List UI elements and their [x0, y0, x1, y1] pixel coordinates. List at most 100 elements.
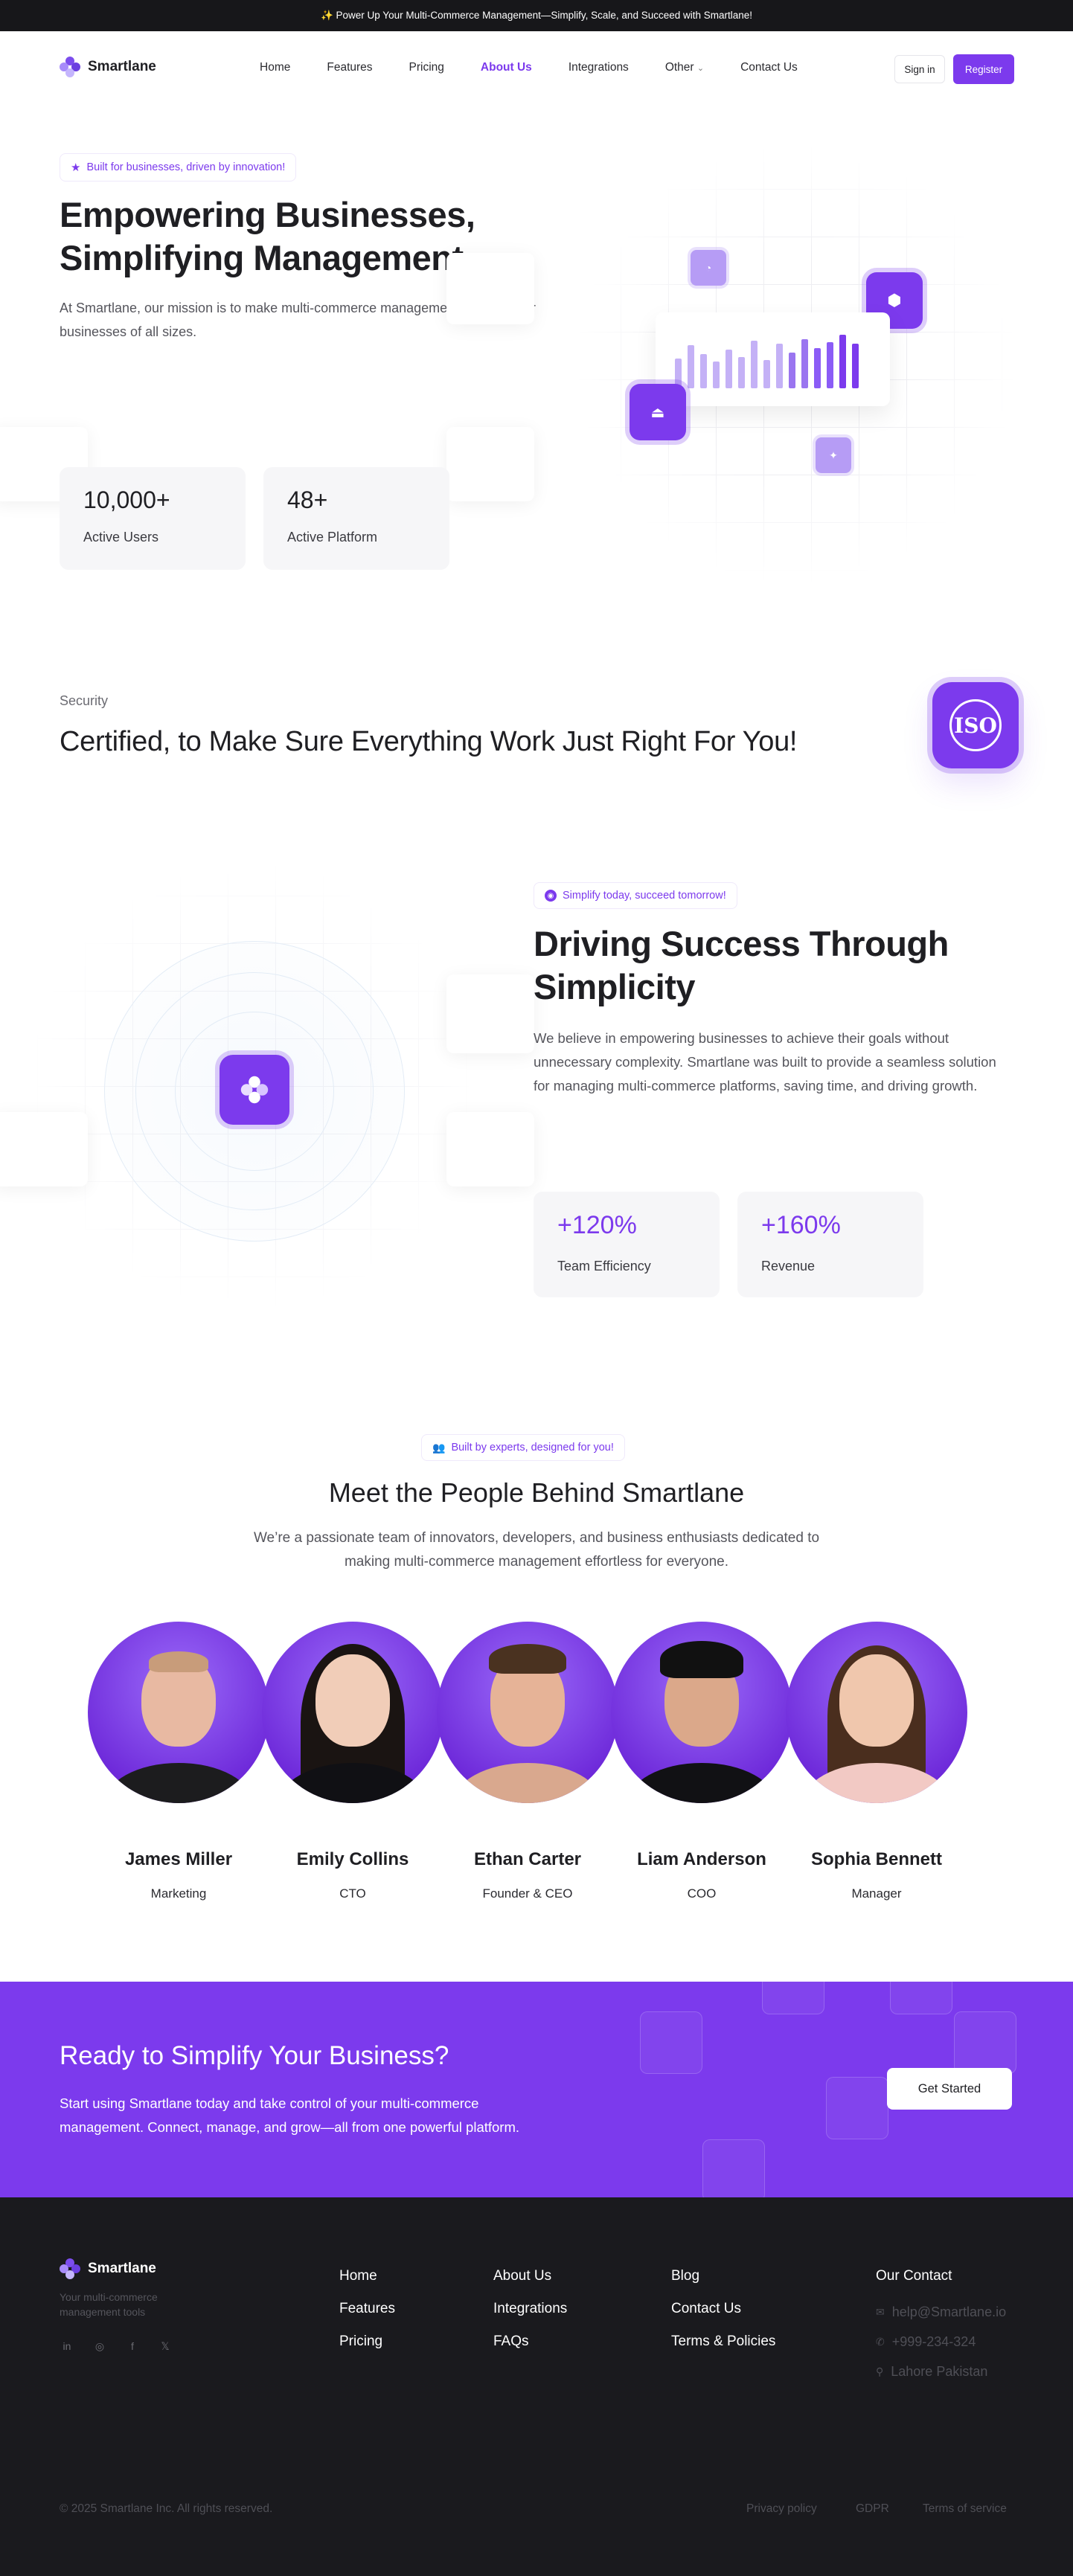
- target-icon: ◉: [545, 890, 557, 902]
- footer-column-1: Home Features Pricing: [339, 2260, 395, 2358]
- hero-title-line1: Empowering Businesses,: [60, 195, 475, 234]
- get-started-button[interactable]: Get Started: [887, 2068, 1012, 2110]
- member-name: Sophia Bennett: [810, 1849, 942, 1869]
- footer-link-about-us[interactable]: About Us: [493, 2260, 567, 2293]
- team-subtitle-line1: We’re a passionate team of innovators, d…: [253, 1530, 820, 1546]
- driving-title-line2: Simplicity: [534, 967, 696, 1006]
- nav-contact-us[interactable]: Contact Us: [740, 61, 798, 74]
- logo[interactable]: Smartlane: [60, 57, 156, 77]
- avatar: [262, 1622, 443, 1803]
- chevron-down-icon: ⌄: [696, 64, 705, 73]
- register-button[interactable]: Register: [953, 54, 1014, 84]
- star-icon: ★: [71, 161, 81, 174]
- copyright: © 2025 Smartlane Inc. All rights reserve…: [60, 2502, 273, 2515]
- team-title: Meet the People Behind Smartlane: [328, 1477, 745, 1508]
- cta-subtitle: Start using Smartlane today and take con…: [60, 2092, 610, 2139]
- footer-brand-name: Smartlane: [88, 2261, 156, 2276]
- driving-subtitle: We believe in empowering businesses to a…: [534, 1030, 996, 1093]
- linkedin-icon[interactable]: in: [60, 2339, 74, 2354]
- footer-logo[interactable]: Smartlane: [60, 2258, 156, 2279]
- footer-column-2: About Us Integrations FAQs: [493, 2260, 567, 2358]
- contact-phone[interactable]: ✆ +999-234-324: [876, 2334, 976, 2350]
- facebook-icon[interactable]: f: [125, 2339, 140, 2354]
- cta-title: Ready to Simplify Your Business?: [60, 2041, 449, 2070]
- member-role: CTO: [339, 1886, 366, 1901]
- decorative-card: [446, 1112, 534, 1186]
- announcement-bar: ✨ Power Up Your Multi-Commerce Managemen…: [0, 0, 1073, 31]
- stat-value: +160%: [761, 1211, 841, 1239]
- footer-link-home[interactable]: Home: [339, 2260, 395, 2293]
- footer-link-faqs[interactable]: FAQs: [493, 2325, 567, 2358]
- terms-of-service-link[interactable]: Terms of service: [923, 2502, 1007, 2516]
- team-member-card: James Miller Marketing: [88, 1622, 269, 1901]
- footer-link-terms[interactable]: Terms & Policies: [671, 2325, 775, 2358]
- decorative-tile: [762, 1982, 824, 2014]
- footer-link-blog[interactable]: Blog: [671, 2260, 775, 2293]
- gdpr-link[interactable]: GDPR: [856, 2502, 889, 2516]
- stat-card-efficiency: +120% Team Efficiency: [534, 1192, 720, 1297]
- stat-value: 48+: [287, 486, 328, 513]
- decorative-tile: [702, 2139, 765, 2197]
- nav-integrations[interactable]: Integrations: [568, 61, 629, 74]
- stat-card-platforms: 48+ Active Platform: [263, 467, 449, 570]
- brand-name: Smartlane: [88, 59, 156, 74]
- stat-card-revenue: +160% Revenue: [737, 1192, 923, 1297]
- driving-title-line1: Driving Success Through: [534, 924, 949, 963]
- team-member-card: Ethan Carter Founder & CEO: [437, 1622, 618, 1901]
- x-twitter-icon[interactable]: 𝕏: [158, 2339, 173, 2354]
- nav-about-us[interactable]: About Us: [481, 61, 532, 74]
- member-role: COO: [687, 1886, 717, 1901]
- cta-subtitle-line1: Start using Smartlane today and take con…: [60, 2095, 479, 2111]
- avatar: [786, 1622, 967, 1803]
- nav-pricing[interactable]: Pricing: [409, 61, 444, 74]
- decorative-tile: [640, 2011, 702, 2074]
- contact-phone-text: +999-234-324: [891, 2334, 976, 2349]
- avatar: [437, 1622, 618, 1803]
- footer-link-pricing[interactable]: Pricing: [339, 2325, 395, 2358]
- contact-address-text: Lahore Pakistan: [891, 2364, 988, 2379]
- decorative-card: [446, 253, 534, 324]
- logo-icon: [60, 2258, 80, 2279]
- driving-badge-text: Simplify today, succeed tomorrow!: [563, 890, 726, 902]
- decorative-card: [446, 427, 534, 501]
- stat-label: Active Platform: [287, 530, 378, 545]
- contact-email[interactable]: ✉ help@Smartlane.io: [876, 2304, 1006, 2320]
- nav-other[interactable]: Other ⌄: [665, 61, 704, 74]
- driving-title: Driving Success Through Simplicity: [534, 922, 1025, 1009]
- nav-features[interactable]: Features: [327, 61, 372, 74]
- stat-label: Active Users: [83, 530, 159, 545]
- avatar: [88, 1622, 269, 1803]
- footer-link-contact-us[interactable]: Contact Us: [671, 2293, 775, 2325]
- main-nav: Home Features Pricing About Us Integrati…: [260, 61, 834, 74]
- member-name: Ethan Carter: [473, 1849, 582, 1869]
- announcement-text: ✨ Power Up Your Multi-Commerce Managemen…: [320, 10, 753, 21]
- signin-button[interactable]: Sign in: [894, 55, 945, 83]
- stat-label: Revenue: [761, 1259, 816, 1273]
- iso-badge-text: ISO: [949, 699, 1002, 751]
- hero-badge-text: Built for businesses, driven by innovati…: [86, 161, 286, 173]
- bar-chart: [675, 329, 859, 388]
- avatar: [611, 1622, 792, 1803]
- member-name: Emily Collins: [296, 1849, 409, 1869]
- hero-badge: ★ Built for businesses, driven by innova…: [60, 153, 297, 182]
- instagram-icon[interactable]: ◎: [92, 2339, 107, 2354]
- member-role: Founder & CEO: [482, 1886, 573, 1901]
- pie-chart-icon: ◔: [691, 250, 726, 286]
- decorative-tile: [954, 2011, 1016, 2074]
- footer-link-features[interactable]: Features: [339, 2293, 395, 2325]
- cta-banner: Ready to Simplify Your Business? Start u…: [0, 1982, 1073, 2197]
- nav-home[interactable]: Home: [260, 61, 290, 74]
- upload-icon: ⏏: [630, 384, 686, 440]
- contact-address: ⚲ Lahore Pakistan: [876, 2364, 987, 2380]
- decorative-card: [446, 974, 534, 1053]
- footer-tagline: Your multi-commerce management tools: [60, 2291, 158, 2318]
- decorative-tile: [890, 1982, 952, 2014]
- privacy-policy-link[interactable]: Privacy policy: [746, 2502, 817, 2516]
- footer-link-integrations[interactable]: Integrations: [493, 2293, 567, 2325]
- stat-value: 10,000+: [83, 486, 170, 513]
- footer-column-3: Blog Contact Us Terms & Policies: [671, 2260, 775, 2358]
- decorative-tile: [826, 2077, 888, 2139]
- phone-icon: ✆: [876, 2336, 885, 2348]
- member-role: Marketing: [150, 1886, 207, 1901]
- logo-flower-icon: [220, 1055, 289, 1125]
